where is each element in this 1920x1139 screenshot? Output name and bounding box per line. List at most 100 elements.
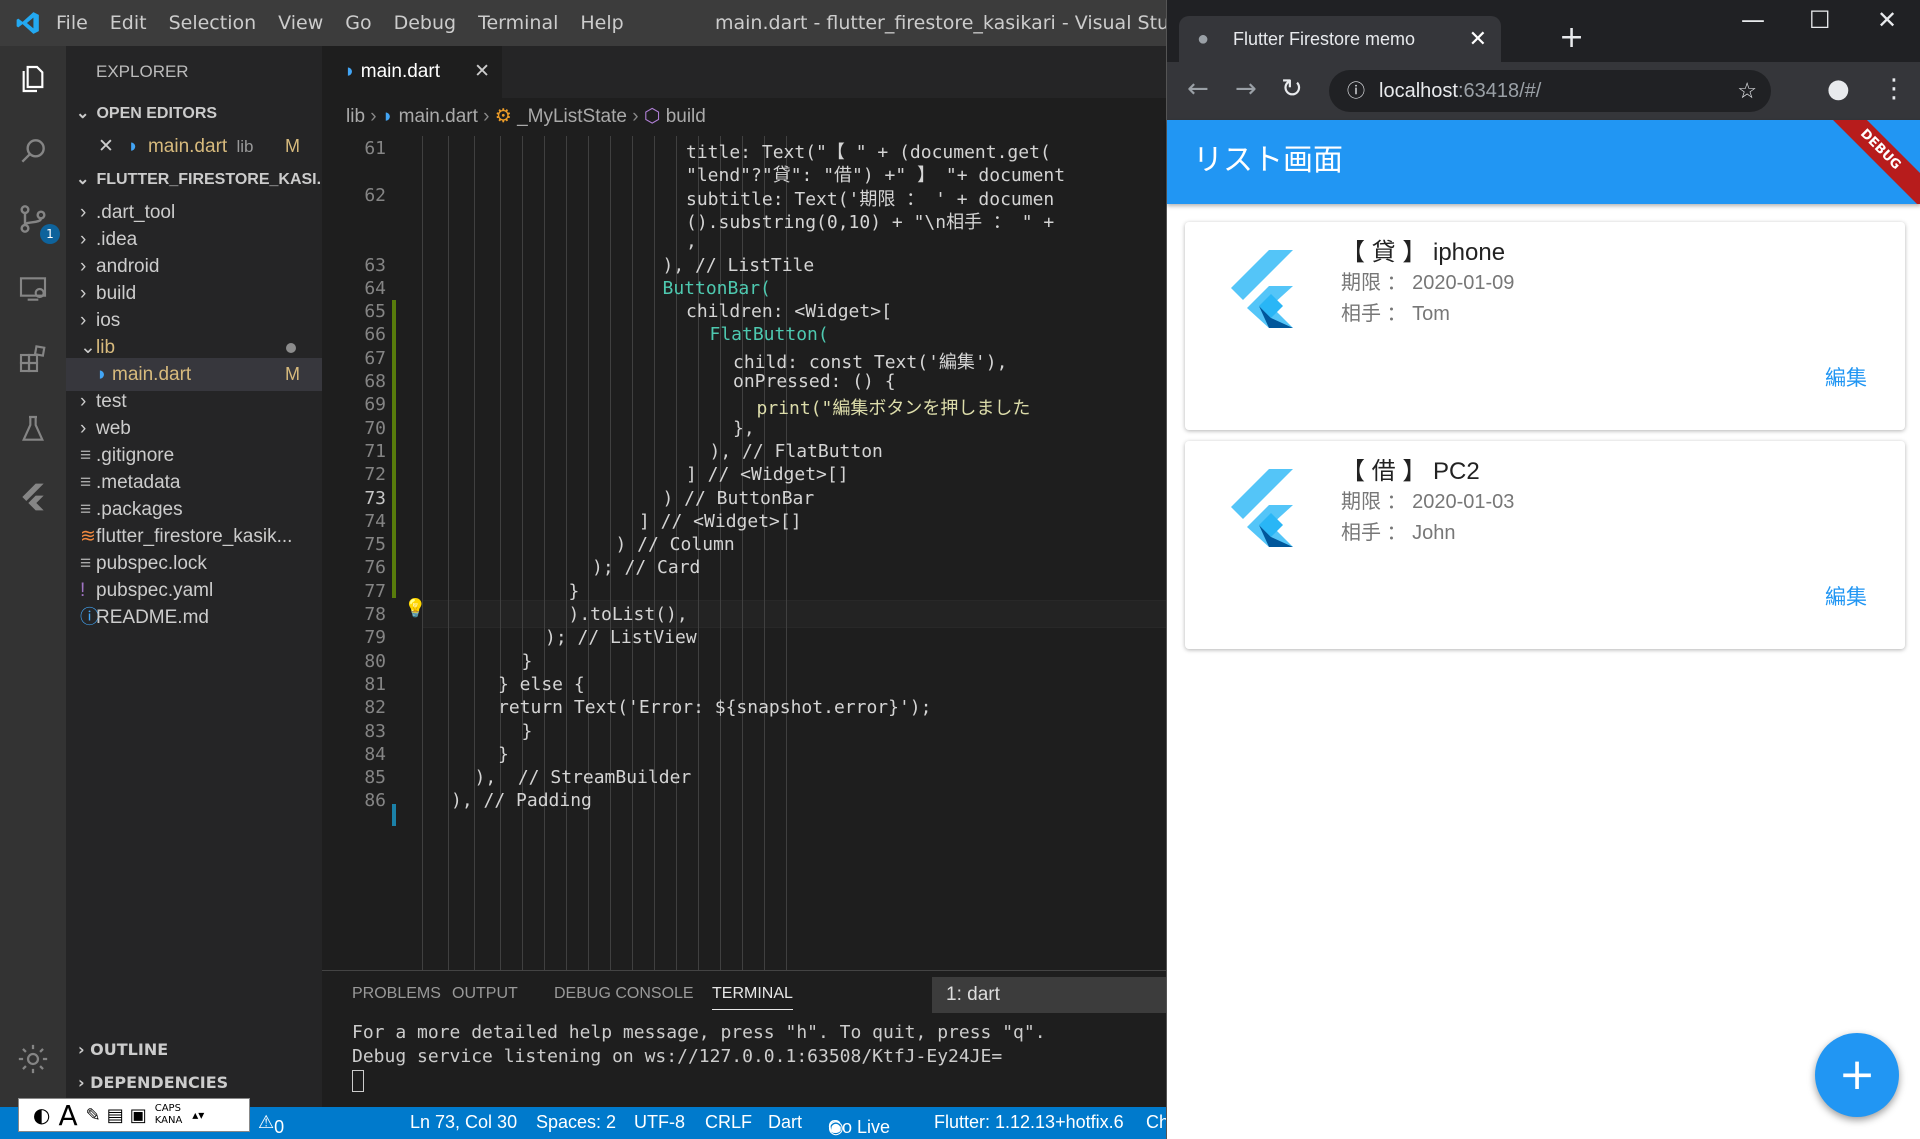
tab-terminal[interactable]: TERMINAL bbox=[712, 985, 793, 1010]
open-editor-item[interactable]: ✕ ◗ main.dart lib M bbox=[66, 130, 322, 163]
breadcrumb-lib[interactable]: lib bbox=[346, 106, 365, 127]
maximize-icon[interactable]: ☐ bbox=[1809, 6, 1831, 34]
minimize-icon[interactable]: — bbox=[1741, 6, 1765, 34]
remote-explorer-icon[interactable] bbox=[10, 266, 56, 312]
edit-button[interactable]: 編集 bbox=[1825, 362, 1867, 392]
indent-status[interactable]: Spaces: 2 bbox=[536, 1112, 616, 1133]
code-line: child: const Text('編集'), bbox=[733, 351, 1008, 373]
open-editors-section[interactable]: ⌄ OPEN EDITORS bbox=[66, 97, 322, 130]
chevron-right-icon: › bbox=[78, 1073, 85, 1092]
ime-tools-icon[interactable]: ✎ bbox=[86, 1105, 101, 1126]
tree-item-label: .packages bbox=[96, 499, 183, 520]
eol-status[interactable]: CRLF bbox=[705, 1112, 752, 1133]
search-icon[interactable] bbox=[10, 128, 56, 174]
item-subtitle: 期限 ： 2020-01-03 相手 ： John bbox=[1341, 487, 1514, 549]
edit-button[interactable]: 編集 bbox=[1825, 581, 1867, 611]
browser-tab[interactable]: ● Flutter Firestore memo ✕ bbox=[1179, 16, 1501, 62]
line-number: 72 bbox=[364, 464, 386, 486]
code-line: ), // Padding bbox=[451, 790, 592, 812]
tab-debug-console[interactable]: DEBUG CONSOLE bbox=[554, 985, 694, 1003]
terminal-output[interactable]: For a more detailed help message, press … bbox=[322, 1021, 1166, 1093]
bookmark-star-icon[interactable]: ☆ bbox=[1737, 70, 1757, 112]
tab-main-dart[interactable]: ◗ main.dart ✕ bbox=[322, 46, 502, 98]
line-number: 79 bbox=[364, 627, 386, 649]
line-number: 81 bbox=[364, 673, 386, 695]
add-fab-button[interactable]: + bbox=[1815, 1033, 1899, 1117]
close-tab-icon[interactable]: ✕ bbox=[474, 46, 490, 98]
lightbulb-icon[interactable]: 💡 bbox=[404, 598, 426, 619]
close-tab-icon[interactable]: ✕ bbox=[1469, 16, 1487, 62]
ime-options-icon[interactable]: ▴▾ bbox=[192, 1108, 204, 1122]
breadcrumb-file[interactable]: main.dart bbox=[399, 106, 478, 127]
code-line: } bbox=[521, 720, 533, 742]
menu-item-view[interactable]: View bbox=[278, 12, 323, 34]
back-icon[interactable]: ← bbox=[1187, 74, 1209, 104]
line-number: 64 bbox=[364, 277, 386, 299]
line-number: 85 bbox=[364, 767, 386, 789]
terminal-select[interactable]: 1: dart bbox=[932, 977, 1172, 1013]
flutter-version-status[interactable]: Flutter: 1.12.13+hotfix.6 bbox=[934, 1112, 1124, 1133]
profile-icon[interactable]: ● bbox=[1827, 74, 1850, 104]
menu-item-terminal[interactable]: Terminal bbox=[478, 12, 558, 34]
code-line: print("編集ボタンを押しました bbox=[756, 398, 1031, 420]
code-line: subtitle: Text('期限 ： ' + documen bbox=[686, 188, 1055, 210]
reload-icon[interactable]: ↻ bbox=[1281, 74, 1303, 104]
extensions-icon[interactable] bbox=[10, 336, 56, 382]
code-line: } else { bbox=[498, 673, 585, 695]
new-tab-icon[interactable]: + bbox=[1559, 20, 1584, 55]
vscode-logo-icon bbox=[0, 0, 56, 46]
menu-item-help[interactable]: Help bbox=[580, 12, 623, 34]
code-line: , bbox=[686, 231, 697, 253]
project-section[interactable]: ⌄ FLUTTER_FIRESTORE_KASI... bbox=[66, 163, 322, 196]
code-line: ); // Card bbox=[592, 557, 701, 579]
source-control-icon[interactable]: 1 bbox=[10, 196, 60, 244]
menu-item-selection[interactable]: Selection bbox=[169, 12, 257, 34]
code-line: children: <Widget>[ bbox=[686, 301, 892, 323]
terminal-cursor bbox=[352, 1070, 364, 1092]
cursor-position[interactable]: Ln 73, Col 30 bbox=[410, 1112, 517, 1133]
item-title: 【 貸 】 iphone bbox=[1341, 239, 1506, 266]
language-status[interactable]: Dart bbox=[768, 1112, 802, 1133]
url-host: localhost bbox=[1379, 80, 1458, 102]
ime-mode-icon[interactable]: ◐ bbox=[33, 1103, 50, 1127]
ime-box-icon[interactable]: ▣ bbox=[130, 1105, 147, 1126]
ime-input-icon[interactable]: A bbox=[58, 1099, 77, 1132]
line-number: 65 bbox=[364, 301, 386, 323]
activity-bar: 1 bbox=[0, 46, 66, 1107]
menu-item-debug[interactable]: Debug bbox=[394, 12, 456, 34]
menu-item-edit[interactable]: Edit bbox=[110, 12, 147, 34]
menu-item-file[interactable]: File bbox=[56, 12, 88, 34]
title-bar: File Edit Selection View Go Debug Terminal Help… bbox=[0, 0, 1253, 46]
testing-icon[interactable] bbox=[10, 406, 56, 452]
flutter-icon[interactable] bbox=[10, 474, 56, 520]
outline-section[interactable]: › OUTLINE bbox=[66, 1033, 322, 1066]
editor-area: ◗ main.dart ✕ lib › ◗ main.dart › ⚙ _MyL… bbox=[322, 46, 1166, 970]
code-line: ), // ListTile bbox=[662, 254, 815, 276]
tab-problems[interactable]: PROBLEMS bbox=[352, 985, 441, 1003]
explorer-icon[interactable] bbox=[10, 56, 56, 102]
breadcrumb-class[interactable]: _MyListState bbox=[517, 106, 627, 127]
info-icon[interactable]: ⓘ bbox=[1347, 70, 1365, 112]
warnings-status[interactable]: ⚠ 0 bbox=[258, 1112, 284, 1137]
address-bar[interactable]: ⓘ localhost:63418/#/ ☆ bbox=[1329, 70, 1771, 112]
breadcrumb-method[interactable]: build bbox=[666, 106, 706, 127]
line-number: 69 bbox=[364, 394, 386, 416]
code-line: ) // Column bbox=[615, 534, 735, 556]
list-item-card: 【 借 】 PC2 期限 ： 2020-01-03 相手 ： John 編集 bbox=[1185, 441, 1905, 649]
close-icon[interactable]: ✕ bbox=[98, 136, 114, 157]
tab-output[interactable]: OUTPUT bbox=[452, 985, 518, 1003]
chrome-menu-icon[interactable]: ⋮ bbox=[1881, 74, 1907, 104]
encoding-status[interactable]: UTF-8 bbox=[634, 1112, 685, 1133]
forward-icon[interactable]: → bbox=[1235, 74, 1257, 104]
dart-file-icon: ◗ bbox=[381, 106, 394, 127]
line-number: 61 bbox=[364, 138, 386, 159]
tree-item[interactable]: ⓘREADME.md bbox=[66, 601, 322, 634]
code-editor[interactable]: 💡 61 title: Text("【 " + (document.get("le… bbox=[322, 136, 1166, 970]
menu-item-go[interactable]: Go bbox=[345, 12, 371, 34]
browser-toolbar: ← → ↻ ⓘ localhost:63418/#/ ☆ ● ⋮ bbox=[1167, 62, 1920, 120]
ime-dictionary-icon[interactable]: ▤ bbox=[107, 1105, 124, 1126]
dependencies-label: DEPENDENCIES bbox=[90, 1073, 229, 1092]
dependencies-section[interactable]: › DEPENDENCIES bbox=[66, 1066, 322, 1096]
settings-gear-icon[interactable] bbox=[10, 1036, 56, 1082]
window-close-icon[interactable]: ✕ bbox=[1877, 6, 1897, 34]
